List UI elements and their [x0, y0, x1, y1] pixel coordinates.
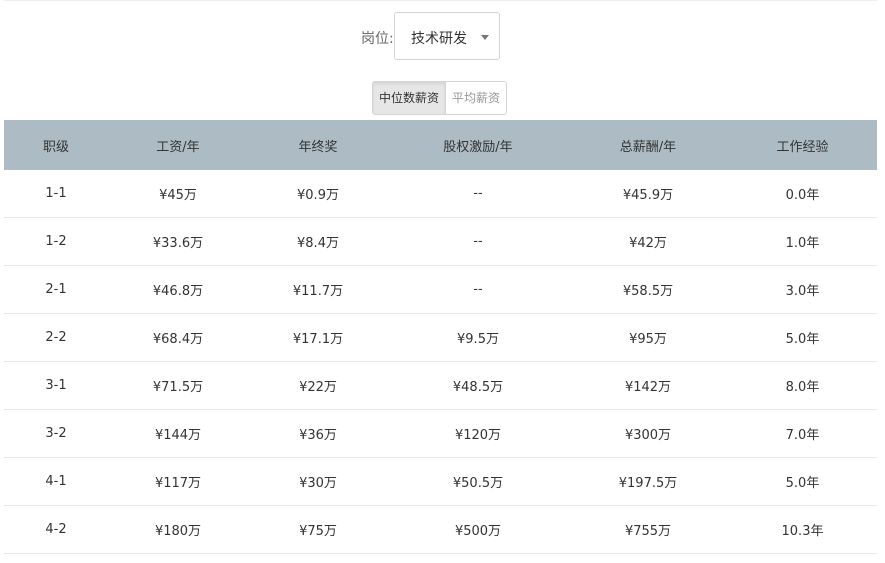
cell-experience: 7.0年: [728, 409, 877, 458]
cell-experience: 5.0年: [728, 457, 877, 506]
cell-bonus: ¥30万: [248, 457, 388, 506]
header-equity: 股权激励/年: [388, 120, 568, 170]
header-total: 总薪酬/年: [568, 120, 728, 170]
cell-salary: ¥68.4万: [108, 313, 248, 362]
cell-equity: ¥500万: [388, 505, 568, 554]
cell-bonus: ¥8.4万: [248, 217, 388, 266]
cell-salary: ¥71.5万: [108, 361, 248, 410]
table-row: 1-2 ¥33.6万 ¥8.4万 -- ¥42万 1.0年: [4, 217, 877, 266]
salary-type-toggle: 中位数薪资 平均薪资: [372, 81, 508, 115]
cell-total: ¥755万: [568, 505, 728, 554]
cell-level: 3-1: [4, 361, 108, 410]
cell-salary: ¥45万: [108, 170, 248, 218]
cell-total: ¥58.5万: [568, 265, 728, 314]
cell-salary: ¥33.6万: [108, 217, 248, 266]
table-row: 3-2 ¥144万 ¥36万 ¥120万 ¥300万 7.0年: [4, 409, 877, 458]
cell-equity: ¥48.5万: [388, 361, 568, 410]
cell-equity: --: [388, 170, 568, 218]
table-row: 4-2 ¥180万 ¥75万 ¥500万 ¥755万 10.3年: [4, 505, 877, 554]
header-level: 职级: [4, 120, 108, 170]
cell-equity: --: [388, 217, 568, 266]
cell-total: ¥42万: [568, 217, 728, 266]
table-row: 2-2 ¥68.4万 ¥17.1万 ¥9.5万 ¥95万 5.0年: [4, 313, 877, 362]
cell-equity: ¥120万: [388, 409, 568, 458]
cell-equity: ¥50.5万: [388, 457, 568, 506]
average-salary-button[interactable]: 平均薪资: [445, 82, 507, 114]
cell-bonus: ¥22万: [248, 361, 388, 410]
table-row: 2-1 ¥46.8万 ¥11.7万 -- ¥58.5万 3.0年: [4, 265, 877, 314]
median-salary-button[interactable]: 中位数薪资: [373, 82, 446, 114]
cell-experience: 3.0年: [728, 265, 877, 314]
position-filter: 岗位: 技术研发: [0, 12, 885, 62]
cell-bonus: ¥36万: [248, 409, 388, 458]
cell-bonus: ¥0.9万: [248, 170, 388, 218]
cell-experience: 8.0年: [728, 361, 877, 410]
cell-bonus: ¥17.1万: [248, 313, 388, 362]
cell-salary: ¥144万: [108, 409, 248, 458]
cell-total: ¥95万: [568, 313, 728, 362]
cell-level: 2-1: [4, 265, 108, 314]
cell-experience: 1.0年: [728, 217, 877, 266]
cell-level: 1-2: [4, 217, 108, 266]
header-salary: 工资/年: [108, 120, 248, 170]
salary-page: 岗位: 技术研发 中位数薪资 平均薪资 职级 工资/年 年终奖 股权激励/年 总…: [0, 0, 885, 563]
table-row: 4-1 ¥117万 ¥30万 ¥50.5万 ¥197.5万 5.0年: [4, 457, 877, 506]
cell-salary: ¥117万: [108, 457, 248, 506]
table-row: 3-1 ¥71.5万 ¥22万 ¥48.5万 ¥142万 8.0年: [4, 361, 877, 410]
cell-level: 1-1: [4, 170, 108, 218]
cell-total: ¥142万: [568, 361, 728, 410]
cell-level: 4-1: [4, 457, 108, 506]
top-divider: [4, 0, 877, 1]
cell-experience: 10.3年: [728, 505, 877, 554]
cell-experience: 0.0年: [728, 170, 877, 218]
position-select-value: 技术研发: [411, 31, 467, 47]
position-select[interactable]: 技术研发: [394, 12, 500, 60]
table-row: 1-1 ¥45万 ¥0.9万 -- ¥45.9万 0.0年: [4, 170, 877, 218]
header-experience: 工作经验: [728, 120, 877, 170]
cell-total: ¥300万: [568, 409, 728, 458]
cell-equity: --: [388, 265, 568, 314]
caret-down-icon: [481, 35, 489, 40]
cell-bonus: ¥11.7万: [248, 265, 388, 314]
position-filter-label: 岗位:: [361, 31, 394, 47]
cell-total: ¥197.5万: [568, 457, 728, 506]
cell-experience: 5.0年: [728, 313, 877, 362]
table-header-row: 职级 工资/年 年终奖 股权激励/年 总薪酬/年 工作经验: [4, 120, 877, 170]
cell-level: 3-2: [4, 409, 108, 458]
header-bonus: 年终奖: [248, 120, 388, 170]
cell-equity: ¥9.5万: [388, 313, 568, 362]
cell-salary: ¥46.8万: [108, 265, 248, 314]
cell-level: 4-2: [4, 505, 108, 554]
salary-table: 职级 工资/年 年终奖 股权激励/年 总薪酬/年 工作经验 1-1 ¥45万 ¥…: [4, 120, 877, 554]
cell-level: 2-2: [4, 313, 108, 362]
cell-bonus: ¥75万: [248, 505, 388, 554]
cell-salary: ¥180万: [108, 505, 248, 554]
cell-total: ¥45.9万: [568, 170, 728, 218]
